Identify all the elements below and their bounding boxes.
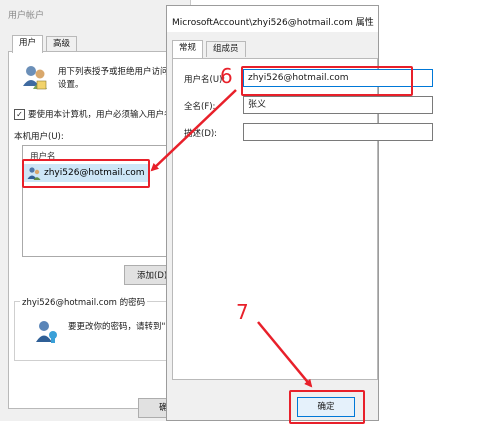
require-login-row[interactable]: ✓ 要使用本计算机，用户必须输入用户名 [14,108,190,120]
step-number-6: 6 [220,64,233,88]
local-users-label: 本机用户(U): [14,132,64,142]
tab-general[interactable]: 常规 [172,40,204,58]
users-group-icon [23,66,47,90]
tab-group-membership[interactable]: 组成员 [206,41,246,57]
tab-users[interactable]: 用户 [12,35,44,53]
dialog-title: MicrosoftAccount\zhyi526@hotmail.com 属性 [172,18,374,28]
annotation-highlight-ok [289,390,365,424]
description-label: 描述(D): [184,129,218,139]
annotation-highlight-user-row [22,159,150,188]
password-group-label: zhyi526@hotmail.com 的密码 [20,296,148,308]
user-key-icon [36,321,57,343]
require-login-label: 要使用本计算机，用户必须输入用户名 [28,110,173,120]
step-number-7: 7 [236,300,249,324]
fullname-label: 全名(F): [184,102,216,112]
annotation-highlight-username [241,66,413,96]
fullname-input[interactable]: 张义 [243,96,433,114]
window-title: 用户帐户 [8,11,45,21]
require-login-checkbox[interactable]: ✓ [14,108,25,120]
tab-advanced[interactable]: 高级 [46,36,78,52]
description-input[interactable] [243,123,433,141]
